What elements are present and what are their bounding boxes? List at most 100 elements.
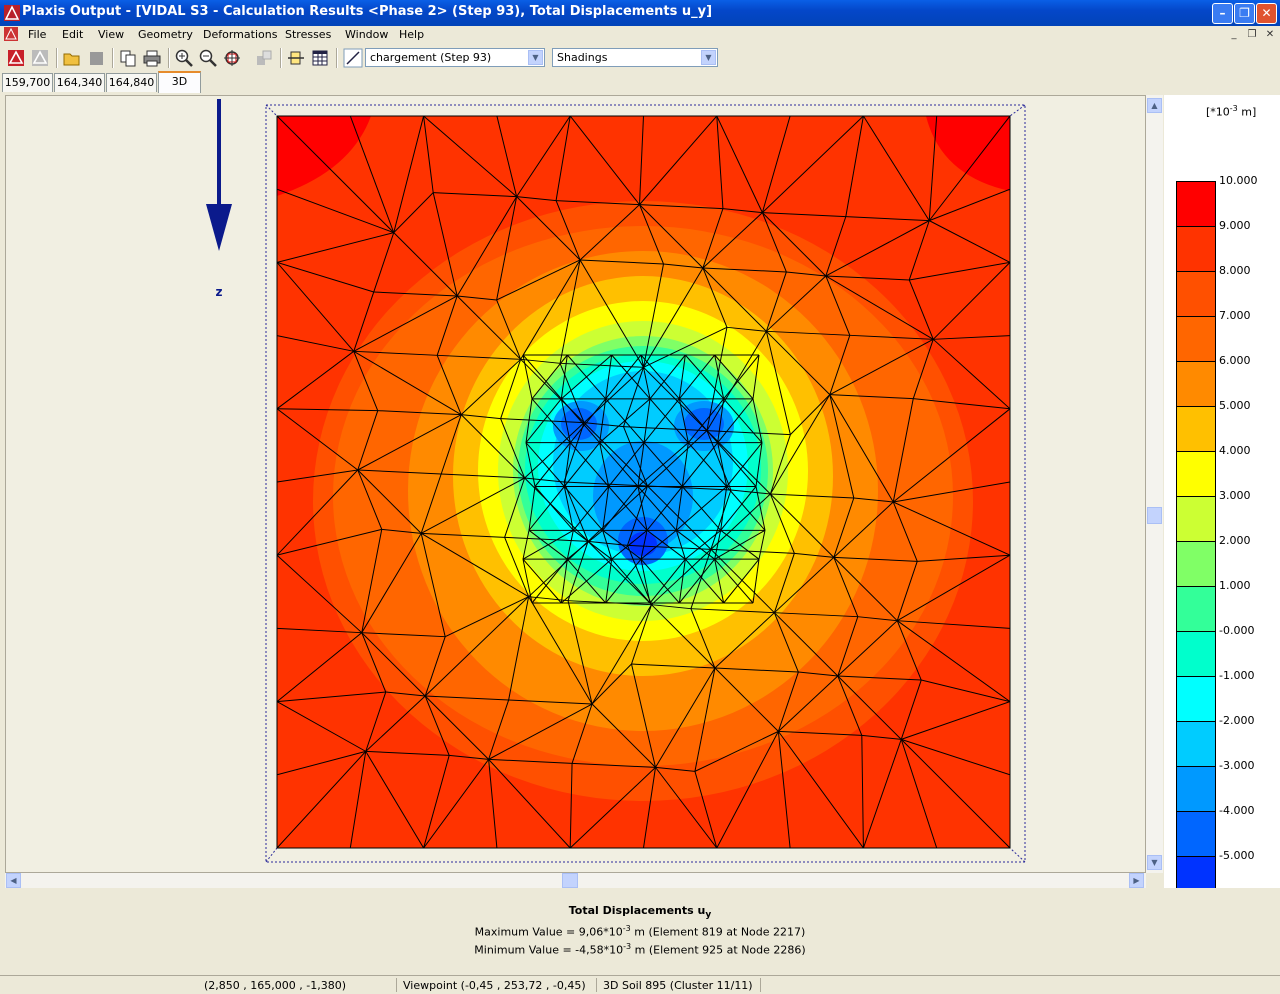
result-title: Total Displacements uy — [0, 904, 1280, 920]
tab-164840[interactable]: 164,840 — [106, 73, 157, 92]
vertical-scrollbar[interactable]: ▲ ▼ — [1146, 95, 1163, 873]
step-select-value: chargement (Step 93) — [370, 51, 492, 64]
min-value-prefix: Minimum Value = -4,58*10 — [474, 943, 624, 957]
legend-swatch — [1176, 631, 1216, 676]
legend-swatch — [1176, 181, 1216, 226]
legend-label: 10.000 — [1219, 174, 1258, 187]
legend-label: -4.000 — [1219, 804, 1255, 817]
menu-help[interactable]: Help — [399, 28, 424, 41]
close-button[interactable]: ✕ — [1256, 3, 1277, 24]
document-icon[interactable] — [4, 27, 18, 41]
zoom-in-icon[interactable] — [174, 48, 194, 68]
minimize-button[interactable]: – — [1212, 3, 1233, 24]
status-bar: (2,850 , 165,000 , -1,380) Viewpoint (-0… — [0, 975, 1280, 994]
legend-swatch — [1176, 496, 1216, 541]
cursor-coordinates: (2,850 , 165,000 , -1,380) — [204, 979, 347, 992]
legend-unit: [*10-3 m] — [1206, 104, 1256, 119]
maximize-button[interactable]: ❐ — [1234, 3, 1255, 24]
min-value-suffix: m (Element 925 at Node 2286) — [631, 943, 806, 957]
scroll-up-icon[interactable]: ▲ — [1147, 98, 1162, 113]
menu-window[interactable]: Window — [345, 28, 388, 41]
step-select[interactable]: chargement (Step 93) ▼ — [365, 48, 545, 67]
scroll-right-icon[interactable]: ▶ — [1129, 873, 1144, 888]
legend-label: 7.000 — [1219, 309, 1251, 322]
chevron-down-icon[interactable]: ▼ — [528, 50, 543, 65]
toolbar: chargement (Step 93) ▼ Shadings ▼ — [0, 45, 1280, 71]
legend-swatch — [1176, 676, 1216, 721]
menu-file[interactable]: File — [28, 28, 46, 41]
max-value-suffix: m (Element 819 at Node 2217) — [630, 925, 806, 939]
tab-164340[interactable]: 164,340 — [54, 73, 105, 92]
result-title-text: Total Displacements u — [568, 904, 706, 917]
legend-swatch — [1176, 766, 1216, 811]
result-title-subscript: y — [705, 910, 712, 921]
legend-swatch — [1176, 586, 1216, 631]
legend-label: -2.000 — [1219, 714, 1255, 727]
view-tabs: 159,700 164,340 164,840 3D — [0, 71, 1280, 93]
legend-swatch — [1176, 721, 1216, 766]
legend-panel: [*10-3 m] 10.000 9.000 8.000 7.000 6.000 5.00… — [1164, 95, 1280, 900]
zoom-out-icon[interactable] — [198, 48, 218, 68]
legend-label: 2.000 — [1219, 534, 1251, 547]
result-info: Total Displacements uy Maximum Value = 9… — [0, 888, 1280, 974]
legend-unit-prefix: [*10 — [1206, 105, 1230, 119]
menu-deformations[interactable]: Deformations — [203, 28, 277, 41]
legend-swatch — [1176, 541, 1216, 586]
chevron-down-icon[interactable]: ▼ — [701, 50, 716, 65]
legend-swatch — [1176, 406, 1216, 451]
tab-159700[interactable]: 159,700 — [2, 73, 53, 92]
menu-view[interactable]: View — [98, 28, 124, 41]
legend-label: 5.000 — [1219, 399, 1251, 412]
legend-swatch — [1176, 811, 1216, 856]
plot-canvas[interactable]: z — [6, 96, 1146, 873]
displacement-contour-plot — [277, 116, 1010, 848]
select-icon[interactable] — [254, 48, 274, 68]
menu-stresses[interactable]: Stresses — [285, 28, 331, 41]
mdi-restore-button[interactable]: ❐ — [1244, 28, 1260, 42]
mdi-close-button[interactable]: ✕ — [1262, 28, 1278, 42]
horizontal-scrollbar[interactable]: ◀ ▶ — [5, 873, 1146, 888]
legend-swatch — [1176, 361, 1216, 406]
cross-section-icon[interactable] — [286, 48, 306, 68]
menu-edit[interactable]: Edit — [62, 28, 83, 41]
save-icon[interactable] — [86, 48, 106, 68]
window-title: Plaxis Output - [VIDAL S3 - Calculation … — [22, 4, 713, 19]
display-type-select[interactable]: Shadings ▼ — [552, 48, 718, 67]
plaxis-calc-icon[interactable] — [30, 48, 50, 68]
horizontal-scroll-thumb[interactable] — [562, 873, 578, 888]
legend-label: -1.000 — [1219, 669, 1255, 682]
min-value-line: Minimum Value = -4,58*10-3 m (Element 92… — [0, 942, 1280, 957]
scroll-down-icon[interactable]: ▼ — [1147, 855, 1162, 870]
scroll-left-icon[interactable]: ◀ — [6, 873, 21, 888]
plot-viewport[interactable]: z — [5, 95, 1146, 873]
max-value-line: Maximum Value = 9,06*10-3 m (Element 819… — [0, 924, 1280, 939]
legend-label: 4.000 — [1219, 444, 1251, 457]
zoom-fit-icon[interactable] — [222, 48, 242, 68]
legend-label: 6.000 — [1219, 354, 1251, 367]
legend-label: 8.000 — [1219, 264, 1251, 277]
line-tool-icon[interactable] — [343, 48, 363, 68]
legend-unit-suffix: m] — [1237, 105, 1257, 119]
table-icon[interactable] — [310, 48, 330, 68]
legend-swatch — [1176, 271, 1216, 316]
print-icon[interactable] — [142, 48, 162, 68]
plaxis-input-icon[interactable] — [6, 48, 26, 68]
menu-bar: File Edit View Geometry Deformations Str… — [0, 26, 1280, 45]
element-readout: 3D Soil 895 (Cluster 11/11) — [603, 979, 753, 992]
legend-label: 9.000 — [1219, 219, 1251, 232]
open-icon[interactable] — [62, 48, 82, 68]
display-type-value: Shadings — [557, 51, 608, 64]
z-axis-arrow — [206, 99, 232, 251]
plaxis-app-icon[interactable] — [4, 5, 20, 21]
legend-label: -5.000 — [1219, 849, 1255, 862]
mdi-minimize-button[interactable]: _ — [1226, 28, 1242, 42]
legend-label: -0.000 — [1219, 624, 1255, 637]
legend-label: 1.000 — [1219, 579, 1251, 592]
title-bar: Plaxis Output - [VIDAL S3 - Calculation … — [0, 0, 1280, 26]
menu-geometry[interactable]: Geometry — [138, 28, 193, 41]
vertical-scroll-thumb[interactable] — [1147, 507, 1162, 524]
legend-label: -3.000 — [1219, 759, 1255, 772]
legend-swatch — [1176, 451, 1216, 496]
copy-icon[interactable] — [118, 48, 138, 68]
tab-3d[interactable]: 3D — [158, 71, 201, 93]
